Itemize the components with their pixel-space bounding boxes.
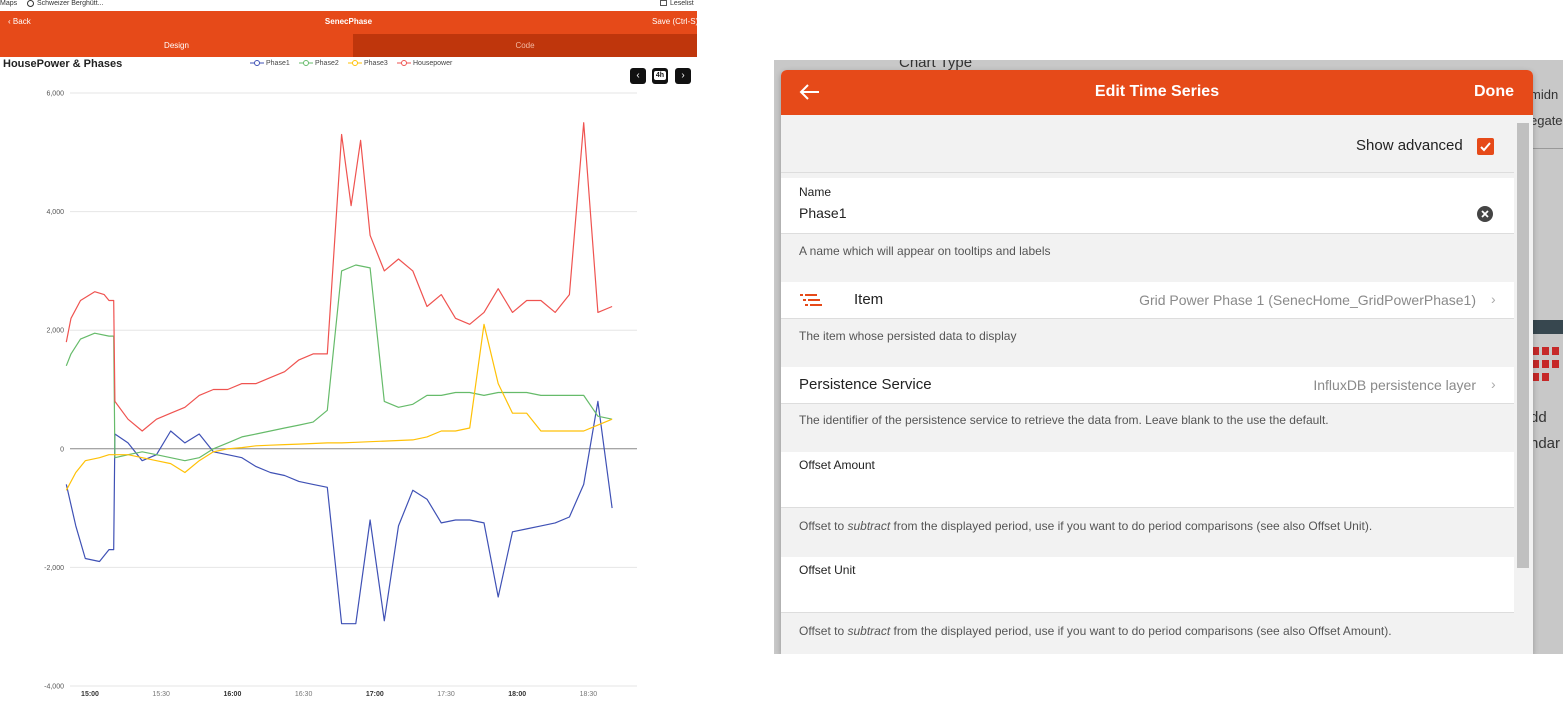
bookmark-berghuetten-label: Schweizer Berghütt...: [37, 0, 104, 7]
chevron-right-icon: ›: [1491, 291, 1496, 307]
background-dark-bar: [1530, 320, 1563, 334]
offset-unit-help-pre: Offset to: [799, 624, 848, 638]
item-help: The item whose persisted data to display: [799, 329, 1017, 343]
y-tick-label: 0: [60, 446, 64, 453]
legend-marker-housepower: [397, 60, 411, 66]
legend-item-phase2[interactable]: Phase2: [299, 59, 339, 67]
series-line-phase1: [65, 400, 613, 625]
legend-label-phase1: Phase1: [266, 59, 290, 67]
edit-time-series-dialog: Edit Time Series Done Show advanced Name: [781, 70, 1533, 654]
tab-code[interactable]: Code: [353, 34, 697, 57]
y-tick-label: -4,000: [44, 684, 64, 691]
persistence-service-label: Persistence Service: [799, 376, 932, 393]
offset-unit-help: Offset to subtract from the displayed pe…: [799, 624, 1392, 638]
persistence-service-value: InfluxDB persistence layer: [1313, 377, 1476, 393]
offset-amount-help-pre: Offset to: [799, 519, 848, 533]
x-tick-label: 16:00: [223, 691, 241, 698]
name-field-label: Name: [799, 185, 832, 199]
series-line-phase2: [65, 264, 613, 462]
offset-unit-input[interactable]: [799, 584, 1459, 600]
bookmark-maps[interactable]: Maps: [0, 0, 17, 7]
background-text-ndar: ndar: [1530, 435, 1561, 452]
x-tick-label: 17:00: [366, 691, 384, 698]
reading-list-icon: [660, 0, 667, 6]
legend-label-housepower: Housepower: [413, 59, 453, 67]
bookmarks-bar: Maps Schweizer Berghütt... Leselist: [0, 0, 697, 11]
show-advanced-checkbox[interactable]: [1477, 138, 1494, 155]
edit-dialog-window: Chart Type midn egate dd ndar Edit Time …: [774, 60, 1563, 654]
y-tick-label: 4,000: [46, 209, 64, 216]
series-line-housepower: [65, 122, 613, 432]
x-tick-label: 17:30: [437, 691, 455, 698]
checkmark-icon: [1480, 142, 1491, 152]
reading-list[interactable]: Leselist: [660, 0, 694, 7]
y-tick-label: 6,000: [46, 91, 64, 98]
page-title: SenecPhase: [324, 17, 373, 26]
done-button[interactable]: Done: [1474, 83, 1514, 101]
x-tick-label: 16:30: [295, 691, 313, 698]
dialog-header: Edit Time Series Done: [781, 70, 1533, 115]
offset-unit-label: Offset Unit: [799, 563, 856, 577]
dialog-title: Edit Time Series: [1094, 83, 1220, 100]
timeseries-chart: 6,000 4,000 2,000 0 -2,000 -4,000 15:00 15:30 16…: [44, 91, 637, 698]
bookmark-berghuetten[interactable]: Schweizer Berghütt...: [27, 0, 104, 7]
name-field-help: A name which will appear on tooltips and…: [799, 244, 1051, 258]
x-tick-label: 18:30: [580, 691, 598, 698]
list-icon: [800, 294, 822, 306]
offset-unit-row: Offset Unit: [781, 557, 1514, 613]
offset-amount-help-em: subtract: [847, 519, 891, 533]
legend-marker-phase1: [250, 60, 264, 66]
legend-item-phase3[interactable]: Phase3: [348, 59, 388, 67]
show-advanced-row: Show advanced: [781, 115, 1514, 173]
background-text-dd: dd: [1530, 409, 1547, 426]
offset-unit-help-post: from the displayed period, use if you wa…: [890, 624, 1392, 638]
legend-label-phase3: Phase3: [364, 59, 388, 67]
x-tick-label: 18:00: [508, 691, 526, 698]
chart-title: HousePower & Phases: [3, 58, 123, 70]
reading-list-label: Leselist: [670, 0, 694, 7]
offset-amount-help: Offset to subtract from the displayed pe…: [799, 519, 1372, 533]
name-input[interactable]: [799, 205, 1459, 221]
period-label: 4h: [653, 71, 667, 80]
legend-label-phase2: Phase2: [315, 59, 339, 67]
scrollbar-thumb[interactable]: [1517, 123, 1529, 568]
background-calendar-icon: [1532, 347, 1563, 383]
persistence-service-row[interactable]: Persistence Service InfluxDB persistence…: [781, 367, 1514, 404]
name-field-row: Name: [781, 178, 1514, 234]
chevron-right-icon: ›: [1491, 376, 1496, 392]
show-advanced-label: Show advanced: [1356, 137, 1463, 154]
editor-tabs: Design Code: [0, 34, 697, 57]
series-line-phase3: [65, 323, 613, 491]
offset-amount-label: Offset Amount: [799, 458, 875, 472]
chart-designer-window: Maps Schweizer Berghütt... Leselist ‹ Ba…: [0, 0, 697, 714]
x-tick-label: 15:00: [81, 691, 99, 698]
y-tick-label: -2,000: [44, 565, 64, 572]
item-value: Grid Power Phase 1 (SenecHome_GridPowerP…: [1139, 292, 1476, 308]
legend-marker-phase3: [348, 60, 362, 66]
clear-input-icon[interactable]: [1477, 206, 1493, 222]
persistence-service-help: The identifier of the persistence servic…: [799, 413, 1329, 427]
y-tick-label: 2,000: [46, 328, 64, 335]
legend-marker-phase2: [299, 60, 313, 66]
background-text-midn: midn: [1530, 87, 1559, 102]
legend-item-housepower[interactable]: Housepower: [397, 59, 452, 67]
offset-amount-row: Offset Amount: [781, 452, 1514, 508]
app-header: ‹ Back SenecPhase Save (Ctrl-S): [0, 11, 697, 34]
tab-design[interactable]: Design: [0, 34, 353, 57]
background-text-egate: egate: [1530, 113, 1563, 128]
offset-amount-input[interactable]: [799, 479, 1459, 495]
save-button[interactable]: Save (Ctrl-S): [652, 17, 697, 26]
item-label: Item: [854, 291, 884, 308]
offset-unit-help-em: subtract: [847, 624, 891, 638]
screenshot-root: Maps Schweizer Berghütt... Leselist ‹ Ba…: [0, 0, 1563, 714]
offset-amount-help-post: from the displayed period, use if you wa…: [890, 519, 1373, 533]
item-row[interactable]: Item Grid Power Phase 1 (SenecHome_GridP…: [781, 282, 1514, 319]
background-divider: [1530, 148, 1563, 149]
globe-icon: [27, 0, 34, 7]
x-tick-label: 15:30: [152, 691, 170, 698]
legend-item-phase1[interactable]: Phase1: [250, 59, 290, 67]
